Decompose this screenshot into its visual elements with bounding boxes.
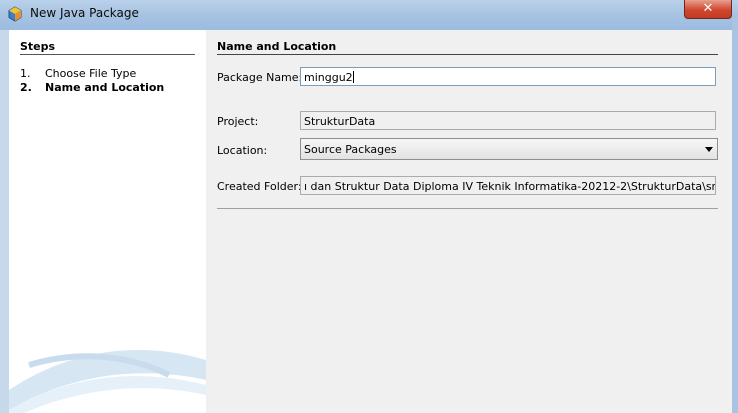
package-name-input[interactable]: minggu2 — [300, 67, 716, 86]
steps-divider — [20, 54, 195, 55]
package-name-value: minggu2 — [304, 71, 353, 84]
step-label: Choose File Type — [45, 67, 137, 80]
step-label: Name and Location — [45, 81, 165, 94]
step-number: 1. — [20, 67, 31, 80]
decorative-swoosh-graphic — [9, 350, 206, 413]
location-dropdown[interactable]: Source Packages — [300, 138, 718, 160]
package-name-label: Package Name: — [217, 71, 303, 84]
text-caret — [352, 71, 354, 83]
step-number: 2. — [20, 81, 32, 94]
chevron-down-icon[interactable] — [705, 147, 713, 152]
close-button[interactable]: ✕ — [684, 0, 732, 19]
steps-heading: Steps — [20, 40, 56, 53]
steps-panel: Steps 1. Choose File Type 2. Name and Loca… — [9, 30, 206, 413]
window-title: New Java Package — [30, 6, 139, 20]
step-choose-file-type: 1. Choose File Type — [20, 67, 136, 80]
project-label: Project: — [217, 115, 259, 128]
step-name-and-location: 2. Name and Location — [20, 81, 164, 94]
location-value: Source Packages — [304, 143, 397, 156]
panel-bottom-divider — [217, 208, 718, 209]
created-folder-label: Created Folder: — [217, 180, 302, 193]
section-divider — [217, 54, 718, 55]
window-frame-right — [732, 18, 738, 413]
project-field: StrukturData — [300, 111, 716, 130]
name-and-location-panel: Name and Location Package Name: minggu2 … — [206, 30, 732, 413]
location-label: Location: — [217, 144, 268, 157]
netbeans-cube-icon — [8, 6, 22, 22]
title-bar: New Java Package — [0, 0, 738, 30]
created-folder-field: ı dan Struktur Data Diploma IV Teknik In… — [300, 176, 716, 195]
section-heading: Name and Location — [217, 40, 337, 53]
